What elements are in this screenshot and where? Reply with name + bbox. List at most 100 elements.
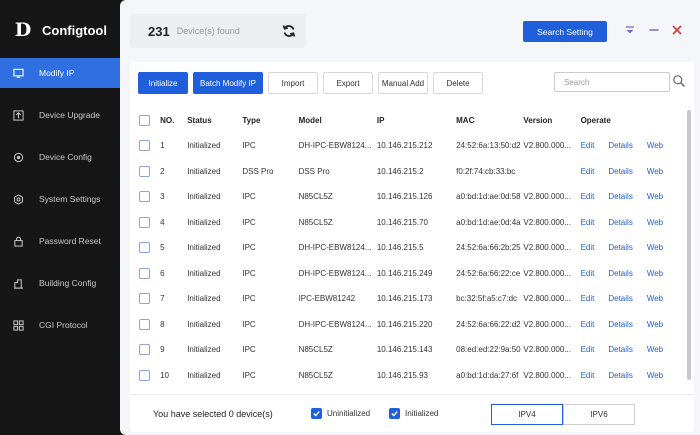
- search-setting-button[interactable]: Search Setting: [523, 21, 607, 42]
- web-link[interactable]: Web: [647, 371, 663, 380]
- checkmark-icon: [313, 411, 320, 417]
- details-link[interactable]: Details: [608, 243, 632, 252]
- select-all-checkbox-cell[interactable]: [130, 107, 160, 133]
- web-link[interactable]: Web: [647, 218, 663, 227]
- cell-type: IPC: [242, 294, 256, 304]
- initialized-checkbox[interactable]: [389, 408, 400, 419]
- row-checkbox-cell[interactable]: [130, 210, 160, 236]
- row-checkbox[interactable]: [139, 140, 150, 152]
- row-checkbox[interactable]: [139, 191, 150, 203]
- edit-link[interactable]: Edit: [581, 269, 595, 278]
- edit-link[interactable]: Edit: [581, 218, 595, 227]
- sidebar-item-system-settings[interactable]: System Settings: [0, 178, 120, 220]
- table-row[interactable]: 6 Initialized IPC DH-IPC-EBW8124... 10.146.2…: [130, 261, 685, 287]
- import-button[interactable]: Import: [268, 72, 318, 94]
- row-checkbox-cell[interactable]: [130, 235, 160, 261]
- initialize-button[interactable]: Initialize: [138, 72, 188, 94]
- select-all-checkbox[interactable]: [139, 114, 150, 126]
- edit-link[interactable]: Edit: [581, 243, 595, 252]
- row-checkbox[interactable]: [139, 369, 150, 381]
- row-checkbox-cell[interactable]: [130, 363, 160, 389]
- web-link[interactable]: Web: [647, 345, 663, 354]
- cell-no: 10: [160, 370, 169, 380]
- cell-type: IPC: [242, 141, 256, 151]
- dropdown-menu-icon[interactable]: [624, 24, 636, 36]
- row-checkbox-cell[interactable]: [130, 261, 160, 287]
- row-checkbox[interactable]: [139, 165, 150, 177]
- row-checkbox-cell[interactable]: [130, 286, 160, 312]
- web-link[interactable]: Web: [647, 192, 663, 201]
- details-link[interactable]: Details: [608, 371, 632, 380]
- search-input[interactable]: Search: [554, 72, 670, 92]
- sidebar-item-cgi-protocol[interactable]: CGI Protocol: [0, 304, 120, 346]
- manual-add-button[interactable]: Manual Add: [378, 72, 428, 94]
- edit-link[interactable]: Edit: [581, 294, 595, 303]
- details-link[interactable]: Details: [608, 167, 632, 176]
- sidebar-item-device-config[interactable]: Device Config: [0, 136, 120, 178]
- row-checkbox[interactable]: [139, 344, 150, 356]
- edit-link[interactable]: Edit: [581, 371, 595, 380]
- row-checkbox-cell[interactable]: [130, 133, 160, 159]
- edit-link[interactable]: Edit: [581, 141, 595, 150]
- uninitialized-filter[interactable]: Uninitialized: [311, 408, 370, 419]
- row-checkbox-cell[interactable]: [130, 312, 160, 338]
- cell-operate: Edit Details Web: [581, 337, 685, 363]
- row-checkbox[interactable]: [139, 242, 150, 254]
- tab-ipv6[interactable]: IPV6: [563, 404, 635, 425]
- sidebar-item-password-reset[interactable]: Password Reset: [0, 220, 120, 262]
- web-link[interactable]: Web: [647, 269, 663, 278]
- sidebar-nav: Modify IP Device Upgrade Device Config S…: [0, 58, 120, 346]
- edit-link[interactable]: Edit: [581, 167, 595, 176]
- initialized-filter[interactable]: Initialized: [389, 408, 438, 419]
- table-row[interactable]: 7 Initialized IPC IPC-EBW81242 10.146.215.17…: [130, 286, 685, 312]
- cell-mac: 24:52:6a:66:2b:25: [456, 243, 521, 253]
- row-checkbox-cell[interactable]: [130, 159, 160, 185]
- cell-operate: Edit Details Web: [581, 133, 685, 159]
- row-checkbox[interactable]: [139, 216, 150, 228]
- scrollbar[interactable]: [687, 110, 691, 380]
- table-row[interactable]: 8 Initialized IPC DH-IPC-EBW8124... 10.146.2…: [130, 312, 685, 338]
- sidebar-item-device-upgrade[interactable]: Device Upgrade: [0, 94, 120, 136]
- details-link[interactable]: Details: [608, 218, 632, 227]
- web-link[interactable]: Web: [647, 243, 663, 252]
- close-icon[interactable]: [671, 24, 683, 36]
- row-checkbox-cell[interactable]: [130, 184, 160, 210]
- export-button[interactable]: Export: [323, 72, 373, 94]
- details-link[interactable]: Details: [608, 269, 632, 278]
- row-checkbox[interactable]: [139, 293, 150, 305]
- details-link[interactable]: Details: [608, 345, 632, 354]
- row-checkbox[interactable]: [139, 267, 150, 279]
- details-link[interactable]: Details: [608, 320, 632, 329]
- row-checkbox[interactable]: [139, 318, 150, 330]
- search-icon[interactable]: [672, 74, 686, 88]
- initialized-label: Initialized: [405, 409, 439, 418]
- web-link[interactable]: Web: [647, 320, 663, 329]
- delete-button[interactable]: Delete: [433, 72, 483, 94]
- edit-link[interactable]: Edit: [581, 320, 595, 329]
- details-link[interactable]: Details: [608, 192, 632, 201]
- edit-link[interactable]: Edit: [581, 345, 595, 354]
- table-row[interactable]: 3 Initialized IPC N85CL5Z 10.146.215.126 a0:b…: [130, 184, 685, 210]
- web-link[interactable]: Web: [647, 167, 663, 176]
- table-row[interactable]: 5 Initialized IPC DH-IPC-EBW8124... 10.146.2…: [130, 235, 685, 261]
- edit-link[interactable]: Edit: [581, 192, 595, 201]
- table-row[interactable]: 9 Initialized IPC N85CL5Z 10.146.215.143 08:e…: [130, 337, 685, 363]
- device-count: 231: [148, 23, 170, 39]
- table-row[interactable]: 4 Initialized IPC N85CL5Z 10.146.215.70 a0:bd…: [130, 210, 685, 236]
- tab-ipv4[interactable]: IPV4: [491, 404, 563, 425]
- refresh-icon[interactable]: [282, 24, 296, 38]
- table-row[interactable]: 2 Initialized DSS Pro DSS Pro 10.146.215.2 f0…: [130, 159, 685, 185]
- table-row[interactable]: 1 Initialized IPC DH-IPC-EBW8124... 10.146.2…: [130, 133, 685, 159]
- batch-modify-ip-button[interactable]: Batch Modify IP: [193, 72, 263, 94]
- sidebar-item-modify-ip[interactable]: Modify IP: [0, 58, 120, 88]
- row-checkbox-cell[interactable]: [130, 337, 160, 363]
- web-link[interactable]: Web: [647, 294, 663, 303]
- uninitialized-checkbox[interactable]: [311, 408, 322, 419]
- table-row[interactable]: 10 Initialized IPC N85CL5Z 10.146.215.93 a0:b…: [130, 363, 685, 389]
- web-link[interactable]: Web: [647, 141, 663, 150]
- minimize-icon[interactable]: [648, 24, 660, 36]
- cell-version: V2.800.000...: [523, 345, 571, 355]
- details-link[interactable]: Details: [608, 141, 632, 150]
- details-link[interactable]: Details: [608, 294, 632, 303]
- sidebar-item-building-config[interactable]: Building Config: [0, 262, 120, 304]
